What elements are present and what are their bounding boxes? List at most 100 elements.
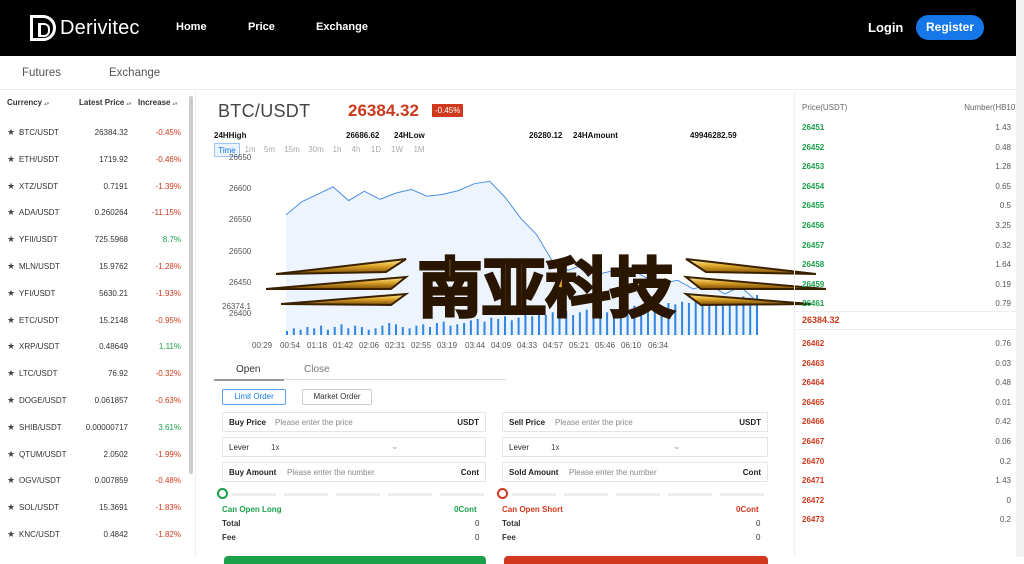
sort-icon: ▴▾ [44,101,50,107]
ask-row[interactable]: 26457 0.32 [795,241,1017,261]
ask-number: 0.65 [995,181,1011,191]
star-icon[interactable]: ★ [7,181,15,192]
bid-row[interactable]: 26466 0.42 [795,417,1017,437]
market-pair: OGV/USDT [19,476,61,486]
timeframe-1w[interactable]: 1W [387,143,407,157]
buy-lever-select[interactable]: Lever 1x ⌄ [222,437,486,457]
header-currency[interactable]: Currency ▴▾ [7,98,49,107]
market-row[interactable]: ★ ADA/USDT 0.260264 -11.15% [0,207,188,234]
star-icon[interactable]: ★ [7,368,15,379]
market-row[interactable]: ★ OGV/USDT 0.007859 -0.48% [0,475,188,502]
ask-row[interactable]: 26455 0.5 [795,201,1017,221]
sell-amount-field[interactable]: Sold Amount Please enter the number Cont [502,462,768,482]
market-increase: -0.95% [155,315,181,325]
ask-row[interactable]: 26454 0.65 [795,182,1017,202]
star-icon[interactable]: ★ [7,449,15,460]
buy-slider-handle[interactable] [217,488,228,499]
star-icon[interactable]: ★ [7,127,15,138]
order-book: Price(USDT) Number(HB10) 26451 1.43 26452 0… [794,91,1024,557]
market-row[interactable]: ★ YFII/USDT 725.5968 8.7% [0,234,188,261]
tab-futures[interactable]: Futures [22,67,61,79]
tab-exchange[interactable]: Exchange [109,67,160,79]
ask-row[interactable]: 26451 1.43 [795,123,1017,143]
sell-short-button[interactable] [504,556,768,564]
can-open-short-value: 0Cont [736,505,759,514]
header-increase[interactable]: Increase ▴▾ [138,98,178,107]
brand-logo[interactable]: Derivitec [30,14,140,42]
timeframe-1m[interactable]: 1M [409,143,429,157]
sell-slider-handle[interactable] [497,488,508,499]
market-row[interactable]: ★ ETH/USDT 1719.92 -0.46% [0,154,188,181]
bid-row[interactable]: 26463 0.03 [795,359,1017,379]
bid-row[interactable]: 26462 0.76 [795,339,1017,359]
market-row[interactable]: ★ KNC/USDT 0.4842 -1.82% [0,529,188,556]
sell-price-field[interactable]: Sell Price Please enter the price USDT [502,412,768,432]
market-row[interactable]: ★ DOGE/USDT 0.061857 -0.63% [0,395,188,422]
nav-price[interactable]: Price [248,21,275,33]
nav-home[interactable]: Home [176,21,207,33]
ask-row[interactable]: 26458 1.64 [795,260,1017,280]
buy-amount-field[interactable]: Buy Amount Please enter the number Cont [222,462,486,482]
brand-name: Derivitec [60,16,140,39]
market-row[interactable]: ★ QTUM/USDT 2.0502 -1.99% [0,449,188,476]
login-link[interactable]: Login [868,20,903,35]
star-icon[interactable]: ★ [7,315,15,326]
bid-row[interactable]: 26473 0.2 [795,515,1017,535]
market-row[interactable]: ★ SOL/USDT 15.3691 -1.83% [0,502,188,529]
market-price: 2.0502 [103,449,128,459]
bid-row[interactable]: 26467 0.06 [795,437,1017,457]
bid-row[interactable]: 26470 0.2 [795,457,1017,477]
sell-lever-select[interactable]: Lever 1x ⌄ [502,437,768,457]
limit-order-button[interactable]: Limit Order [222,389,286,405]
timeframe-1d[interactable]: 1D [367,143,385,157]
timeframe-4h[interactable]: 4h [347,143,365,157]
buy-long-button[interactable] [224,556,486,564]
tab-close[interactable]: Close [304,364,330,375]
market-row[interactable]: ★ YFI/USDT 5630.21 -1.93% [0,288,188,315]
bid-row[interactable]: 26465 0.01 [795,398,1017,418]
star-icon[interactable]: ★ [7,207,15,218]
star-icon[interactable]: ★ [7,261,15,272]
star-icon[interactable]: ★ [7,502,15,513]
buy-slider[interactable] [217,488,486,499]
ask-row[interactable]: 26452 0.48 [795,143,1017,163]
page-scrollbar[interactable] [1016,0,1024,557]
market-row[interactable]: ★ LTC/USDT 76.92 -0.32% [0,368,188,395]
market-row[interactable]: ★ ETC/USDT 15.2148 -0.95% [0,315,188,342]
bid-row[interactable]: 26471 1.43 [795,476,1017,496]
header-latest-price[interactable]: Latest Price ▴▾ [79,98,131,107]
market-row[interactable]: ★ SHIB/USDT 0.00000717 3.61% [0,422,188,449]
star-icon[interactable]: ★ [7,341,15,352]
market-order-button[interactable]: Market Order [302,389,372,405]
market-row[interactable]: ★ XRP/USDT 0.48649 1.11% [0,341,188,368]
star-icon[interactable]: ★ [7,234,15,245]
timeframe-15m[interactable]: 15m [281,143,303,157]
nav-exchange[interactable]: Exchange [316,21,368,33]
sort-icon: ▴▾ [126,101,132,107]
star-icon[interactable]: ★ [7,288,15,299]
bid-row[interactable]: 26472 0 [795,496,1017,516]
timeframe-1h[interactable]: 1h [329,143,345,157]
change-badge: -0.45% [432,104,464,117]
bid-row[interactable]: 26464 0.48 [795,378,1017,398]
market-row[interactable]: ★ XTZ/USDT 0.7191 -1.39% [0,181,188,208]
star-icon[interactable]: ★ [7,395,15,406]
tab-open[interactable]: Open [236,364,260,375]
ask-row[interactable]: 26459 0.19 [795,280,1017,300]
star-icon[interactable]: ★ [7,475,15,486]
star-icon[interactable]: ★ [7,422,15,433]
market-row[interactable]: ★ BTC/USDT 26384.32 -0.45% [0,127,188,154]
star-icon[interactable]: ★ [7,154,15,165]
timeframe-5m[interactable]: 5m [260,143,279,157]
market-row[interactable]: ★ MLN/USDT 15.9762 -1.28% [0,261,188,288]
market-list-scrollbar[interactable] [189,96,193,474]
star-icon[interactable]: ★ [7,529,15,540]
timeframe-30m[interactable]: 30m [305,143,327,157]
register-button[interactable]: Register [916,15,984,40]
sell-slider[interactable] [497,488,768,499]
buy-price-field[interactable]: Buy Price Please enter the price USDT [222,412,486,432]
ask-price: 26461 [802,299,825,309]
ask-row[interactable]: 26453 1.28 [795,162,1017,182]
ask-row[interactable]: 26456 3.25 [795,221,1017,241]
market-pair: SOL/USDT [19,503,60,513]
